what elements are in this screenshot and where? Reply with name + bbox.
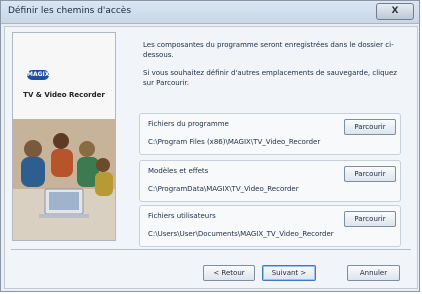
user-files-label: Fichiers utilisateurs [148,212,216,220]
user-files-path: C:\Users\User\Documents\MAGIX_TV_Video_R… [148,230,334,238]
browse-templates-button[interactable]: Parcourir [344,166,396,182]
templates-label: Modèles et effets [148,167,209,175]
dialog-client-area: MAGIX TV & Video Recorder Les composante… [4,26,418,289]
main-panel: Les composantes du programme seront enre… [123,27,417,247]
magix-logo: MAGIX [27,70,50,80]
browse-program-files-button[interactable]: Parcourir [344,119,396,135]
window-title: Définir les chemins d'accès [8,6,132,16]
program-files-label: Fichiers du programme [148,120,229,128]
browse-user-files-button[interactable]: Parcourir [344,211,396,227]
program-files-group: Fichiers du programme Parcourir C:\Progr… [139,113,401,155]
back-button[interactable]: < Retour [203,265,255,281]
product-name: TV & Video Recorder [23,91,105,99]
user-files-group: Fichiers utilisateurs Parcourir C:\Users… [139,205,401,247]
family-photo [13,119,115,240]
close-button[interactable]: X [376,3,414,20]
templates-group: Modèles et effets Parcourir C:\ProgramDa… [139,160,401,202]
templates-path: C:\ProgramData\MAGIX\TV_Video_Recorder [148,185,299,193]
next-button[interactable]: Suivant > [262,265,316,281]
title-bar: Définir les chemins d'accès X [1,1,419,24]
logo-area: MAGIX TV & Video Recorder [13,33,115,119]
cancel-button[interactable]: Annuler [347,265,400,281]
description-line-1: Les composantes du programme seront enre… [143,41,394,59]
program-files-path: C:\Program Files (x86)\MAGIX\TV_Video_Re… [148,138,321,146]
setup-dialog: Définir les chemins d'accès X MAGIX TV &… [0,0,420,292]
left-banner: MAGIX TV & Video Recorder [12,32,116,241]
footer-separator [11,249,411,250]
description-line-2: Si vous souhaitez définir d'autres empla… [143,69,397,87]
